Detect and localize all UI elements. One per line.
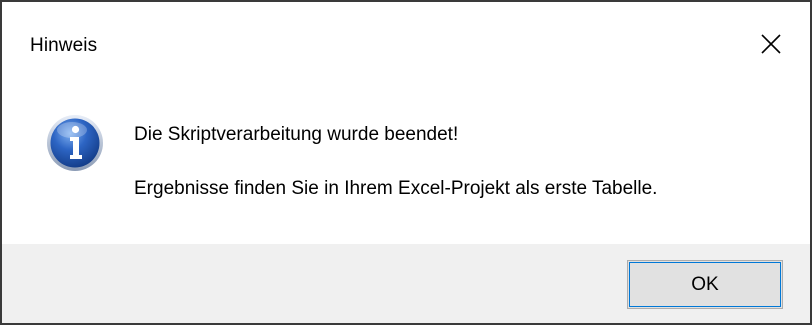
message-text-line1: Die Skriptverarbeitung wurde beendet! <box>134 124 459 145</box>
message-dialog: Hinweis Die Skriptverarbeitung wurde bee… <box>0 0 812 325</box>
close-button[interactable] <box>746 12 810 76</box>
info-icon <box>47 115 103 171</box>
dialog-content: Die Skriptverarbeitung wurde beendet! Er… <box>2 90 810 244</box>
title-bar: Hinweis <box>2 2 810 90</box>
dialog-title: Hinweis <box>30 35 98 56</box>
button-bar: OK <box>2 244 810 323</box>
message-text-line2: Ergebnisse finden Sie in Ihrem Excel-Pro… <box>134 178 658 199</box>
close-icon <box>761 34 781 54</box>
ok-button[interactable]: OK <box>627 260 783 309</box>
ok-button-label: OK <box>691 274 719 295</box>
